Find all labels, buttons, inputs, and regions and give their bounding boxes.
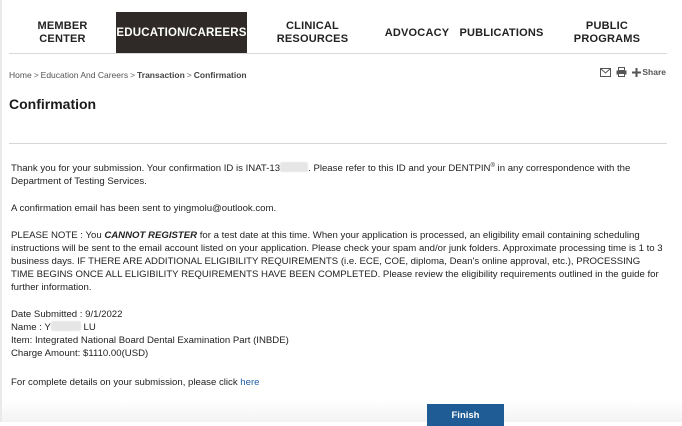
email-sent-message: A confirmation email has been sent to yi… [11,203,277,215]
nav-advocacy[interactable]: ADVOCACY [378,12,456,54]
page-tools: Share [600,67,666,77]
confirmation-content: Thank you for your submission. Your conf… [11,160,663,389]
redacted-name [50,321,81,332]
details-message: For complete details on your submission,… [11,376,663,389]
details-link[interactable]: here [240,377,259,388]
name-suffix: LU [80,322,96,334]
breadcrumb-separator: > [130,70,136,80]
top-navigation: MEMBER CENTER EDUCATION/CAREERS CLINICAL… [9,12,667,54]
please-note-message: PLEASE NOTE : You CANNOT REGISTER for a … [11,229,663,294]
thank-you-message: Thank you for your submission. Your conf… [11,160,663,188]
thanks-text: Thank you for your submission. Your conf… [11,163,281,175]
details-text: For complete details on your submission,… [11,377,241,389]
nav-clinical-resources[interactable]: CLINICAL RESOURCES [247,12,378,54]
breadcrumb-separator: > [186,70,192,80]
breadcrumb-education-careers[interactable]: Education And Careers [41,70,128,80]
breadcrumb-confirmation: Confirmation [193,70,247,80]
thanks-text-2: . Please refer to this ID and your DENTP… [308,163,491,175]
page-title: Confirmation [9,96,97,112]
note-emphasis: CANNOT REGISTER [104,230,198,242]
title-divider [9,143,667,144]
charge-amount: Charge Amount: $1110.00(USD) [11,348,149,360]
email-icon[interactable] [600,67,612,77]
bottom-fade [0,400,682,422]
note-prefix: PLEASE NOTE : You [11,230,105,242]
applicant-name: Name : Y LU [11,321,663,334]
date-submitted: Date Submitted : 9/1/2022 [11,309,123,321]
redacted-id [280,162,309,173]
nav-member-center[interactable]: MEMBER CENTER [9,12,116,54]
name-prefix: Name : Y [11,322,51,334]
nav-divider [9,53,667,54]
plus-icon [632,67,642,77]
breadcrumb-transaction: Transaction [137,70,185,80]
left-edge-shadow [0,0,2,422]
share-button[interactable]: Share [632,67,666,77]
item-description: Item: Integrated National Board Dental E… [11,335,289,347]
finish-button[interactable]: Finish [427,404,504,426]
breadcrumb-home[interactable]: Home [9,70,32,80]
nav-education-careers[interactable]: EDUCATION/CAREERS [116,12,247,54]
nav-public-programs[interactable]: PUBLIC PROGRAMS [547,12,667,54]
breadcrumb: Home > Education And Careers > Transaction > C… [9,70,247,80]
print-icon[interactable] [616,67,627,77]
share-label: Share [642,67,666,77]
nav-publications[interactable]: PUBLICATIONS [456,12,547,54]
breadcrumb-separator: > [33,70,39,80]
